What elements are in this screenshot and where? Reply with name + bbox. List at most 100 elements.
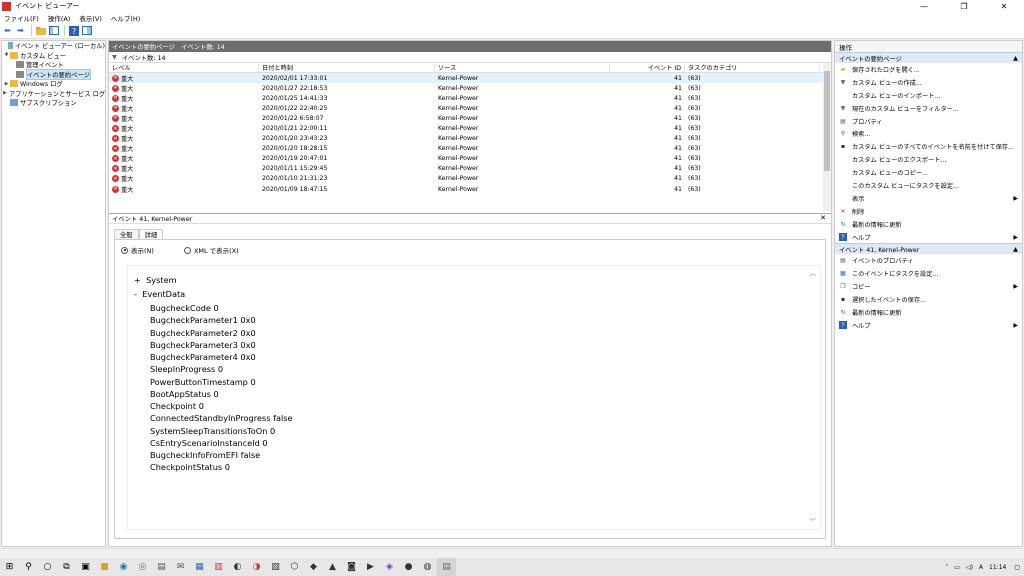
action-item[interactable]: ▪ カスタム ビューのすべてのイベントを名前を付けて保存...: [835, 140, 1022, 153]
network-icon[interactable]: ▭: [954, 564, 960, 571]
app-icon[interactable]: ◙: [342, 558, 361, 576]
maximize-button[interactable]: ❐: [944, 0, 984, 12]
tab-details[interactable]: 詳細: [138, 229, 164, 239]
table-row[interactable]: ✕ 重大 2020/01/22 6:58:07 Kernel-Power 41 (63): [109, 113, 831, 123]
tree-node-custom-views[interactable]: ▼ カスタム ビュー: [2, 51, 105, 61]
app-icon[interactable]: ◑: [247, 558, 266, 576]
app-icon[interactable]: ▧: [266, 558, 285, 576]
collapse-toggle[interactable]: -: [134, 289, 137, 299]
app-icon[interactable]: ▤: [152, 558, 171, 576]
tray-chevron-icon[interactable]: ˄: [945, 564, 948, 571]
store-bag-icon[interactable]: ▣: [76, 558, 95, 576]
scrollbar-thumb[interactable]: [824, 71, 830, 171]
app-icon[interactable]: ◆: [304, 558, 323, 576]
system-node[interactable]: + System: [134, 275, 177, 285]
action-item[interactable]: ↻ 最新の情報に更新: [835, 306, 1022, 319]
app-icon[interactable]: ▲: [323, 558, 342, 576]
cortana-circle-icon[interactable]: ○: [38, 558, 57, 576]
action-item[interactable]: カスタム ビューのコピー...: [835, 166, 1022, 179]
table-row[interactable]: ✕ 重大 2020/01/19 20:47:01 Kernel-Power 41 (63): [109, 154, 831, 164]
table-row[interactable]: ✕ 重大 2020/01/20 23:43:23 Kernel-Power 41 (63): [109, 134, 831, 144]
action-item[interactable]: ↻ 最新の情報に更新: [835, 218, 1022, 231]
collapse-up-icon[interactable]: ▲: [1013, 55, 1018, 62]
column-date[interactable]: 日付と時刻: [259, 63, 435, 72]
tree-node-subscriptions[interactable]: サブスクリプション: [2, 98, 105, 108]
collapse-up-icon[interactable]: ▲: [1013, 246, 1018, 253]
action-item[interactable]: ▤ イベントのプロパティ: [835, 254, 1022, 267]
console-tree-icon[interactable]: [48, 25, 59, 36]
search-icon[interactable]: ⚲: [19, 558, 38, 576]
notification-icon[interactable]: ▢: [1014, 564, 1020, 571]
start-windows-icon[interactable]: ⊞: [0, 558, 19, 576]
action-pane-icon[interactable]: [81, 25, 92, 36]
action-item[interactable]: ▦ このイベントにタスクを設定...: [835, 267, 1022, 280]
action-item[interactable]: ▰ 保存されたログを開く...: [835, 63, 1022, 76]
open-folder-icon[interactable]: [35, 25, 46, 36]
file-explorer-icon[interactable]: ■: [95, 558, 114, 576]
event-viewer-taskbar-icon[interactable]: ▤: [437, 558, 456, 576]
minimize-button[interactable]: —: [904, 0, 944, 12]
table-row[interactable]: ✕ 重大 2020/01/11 15:29:45 Kernel-Power 41 (63): [109, 164, 831, 174]
table-row[interactable]: ✕ 重大 2020/01/10 21:31:23 Kernel-Power 41 (63): [109, 174, 831, 184]
close-button[interactable]: ✕: [984, 0, 1024, 12]
action-item[interactable]: カスタム ビューのエクスポート...: [835, 153, 1022, 166]
actions-section-summary[interactable]: イベントの要約ページ ▲: [835, 52, 1022, 63]
eventdata-node[interactable]: - EventData: [134, 289, 185, 299]
tree-node-root[interactable]: イベント ビューアー (ローカル): [2, 41, 105, 51]
event-list-scrollbar[interactable]: [823, 63, 831, 211]
table-row[interactable]: ✕ 重大 2020/01/21 22:00:11 Kernel-Power 41 (63): [109, 123, 831, 133]
collapse-chevron-icon[interactable]: ▼: [3, 52, 10, 58]
expand-chevron-icon[interactable]: ▶: [3, 81, 10, 87]
table-row[interactable]: ✕ 重大 2020/01/27 22:18:53 Kernel-Power 41 (63): [109, 83, 831, 93]
action-item[interactable]: ✕ 削除: [835, 205, 1022, 218]
expand-chevron-icon[interactable]: ▶: [3, 90, 7, 96]
action-item[interactable]: ❐ コピー ▶: [835, 280, 1022, 293]
action-item[interactable]: このカスタム ビューにタスクを設定...: [835, 179, 1022, 192]
action-item[interactable]: ▼ 現在のカスタム ビューをフィルター...: [835, 102, 1022, 115]
column-level[interactable]: レベル: [109, 63, 259, 72]
xml-view-radio[interactable]: XML で表示(X): [183, 245, 239, 255]
action-item[interactable]: ▤ プロパティ: [835, 115, 1022, 128]
action-item[interactable]: ? ヘルプ ▶: [835, 231, 1022, 244]
app-icon[interactable]: ●: [399, 558, 418, 576]
edge-browser-icon[interactable]: ◉: [114, 558, 133, 576]
app-icon[interactable]: ▥: [209, 558, 228, 576]
column-event-id[interactable]: イベント ID: [610, 63, 685, 72]
action-item[interactable]: ▪ 選択したイベントの保存...: [835, 293, 1022, 306]
column-source[interactable]: ソース: [435, 63, 610, 72]
chrome-icon[interactable]: ◎: [133, 558, 152, 576]
forward-arrow-icon[interactable]: ➡: [15, 25, 26, 36]
expand-toggle[interactable]: +: [134, 275, 141, 285]
app-icon[interactable]: ▦: [190, 558, 209, 576]
action-item[interactable]: ▼ カスタム ビューの作成...: [835, 76, 1022, 89]
action-item[interactable]: ⚲ 検索...: [835, 127, 1022, 140]
app-icon[interactable]: ◐: [228, 558, 247, 576]
action-item[interactable]: カスタム ビューのインポート...: [835, 89, 1022, 102]
action-item[interactable]: ? ヘルプ ▶: [835, 319, 1022, 332]
table-row[interactable]: ✕ 重大 2020/01/25 14:41:33 Kernel-Power 41 (63): [109, 93, 831, 103]
volume-icon[interactable]: ◁): [966, 564, 973, 571]
scroll-down-icon[interactable]: ﹀: [809, 517, 816, 527]
menu-view[interactable]: 表示(V): [79, 13, 102, 23]
tree-node-windows-logs[interactable]: ▶ Windows ログ: [2, 79, 105, 89]
column-task-category[interactable]: タスクのカテゴリ: [685, 63, 820, 72]
tree-node-app-service-logs[interactable]: ▶ アプリケーションとサービス ログ: [2, 89, 105, 99]
table-row[interactable]: ✕ 重大 2020/01/09 18:47:15 Kernel-Power 41 (63): [109, 184, 831, 194]
menu-action[interactable]: 操作(A): [48, 13, 71, 23]
mail-icon[interactable]: ✉: [171, 558, 190, 576]
tab-general[interactable]: 全般: [114, 229, 139, 239]
actions-section-event[interactable]: イベント 41, Kernel-Power ▲: [835, 243, 1022, 255]
table-row[interactable]: ✕ 重大 2020/02/01 17:33:01 Kernel-Power 41 (63): [109, 73, 831, 84]
menu-help[interactable]: ヘルプ(H): [111, 13, 140, 23]
table-row[interactable]: ✕ 重大 2020/01/20 18:28:15 Kernel-Power 41 (63): [109, 144, 831, 154]
menu-file[interactable]: ファイル(F): [4, 13, 39, 23]
detail-close-icon[interactable]: ✕: [820, 214, 826, 222]
app-icon[interactable]: ⬡: [285, 558, 304, 576]
friendly-view-radio[interactable]: 表示(N): [121, 245, 154, 255]
task-view-icon[interactable]: ⧉: [57, 558, 76, 576]
back-arrow-icon[interactable]: ⬅: [2, 25, 13, 36]
media-play-icon[interactable]: ▶: [361, 558, 380, 576]
table-row[interactable]: ✕ 重大 2020/01/22 22:40:25 Kernel-Power 41 (63): [109, 103, 831, 113]
action-item[interactable]: 表示 ▶: [835, 192, 1022, 205]
scroll-up-icon[interactable]: ︿: [809, 268, 816, 278]
